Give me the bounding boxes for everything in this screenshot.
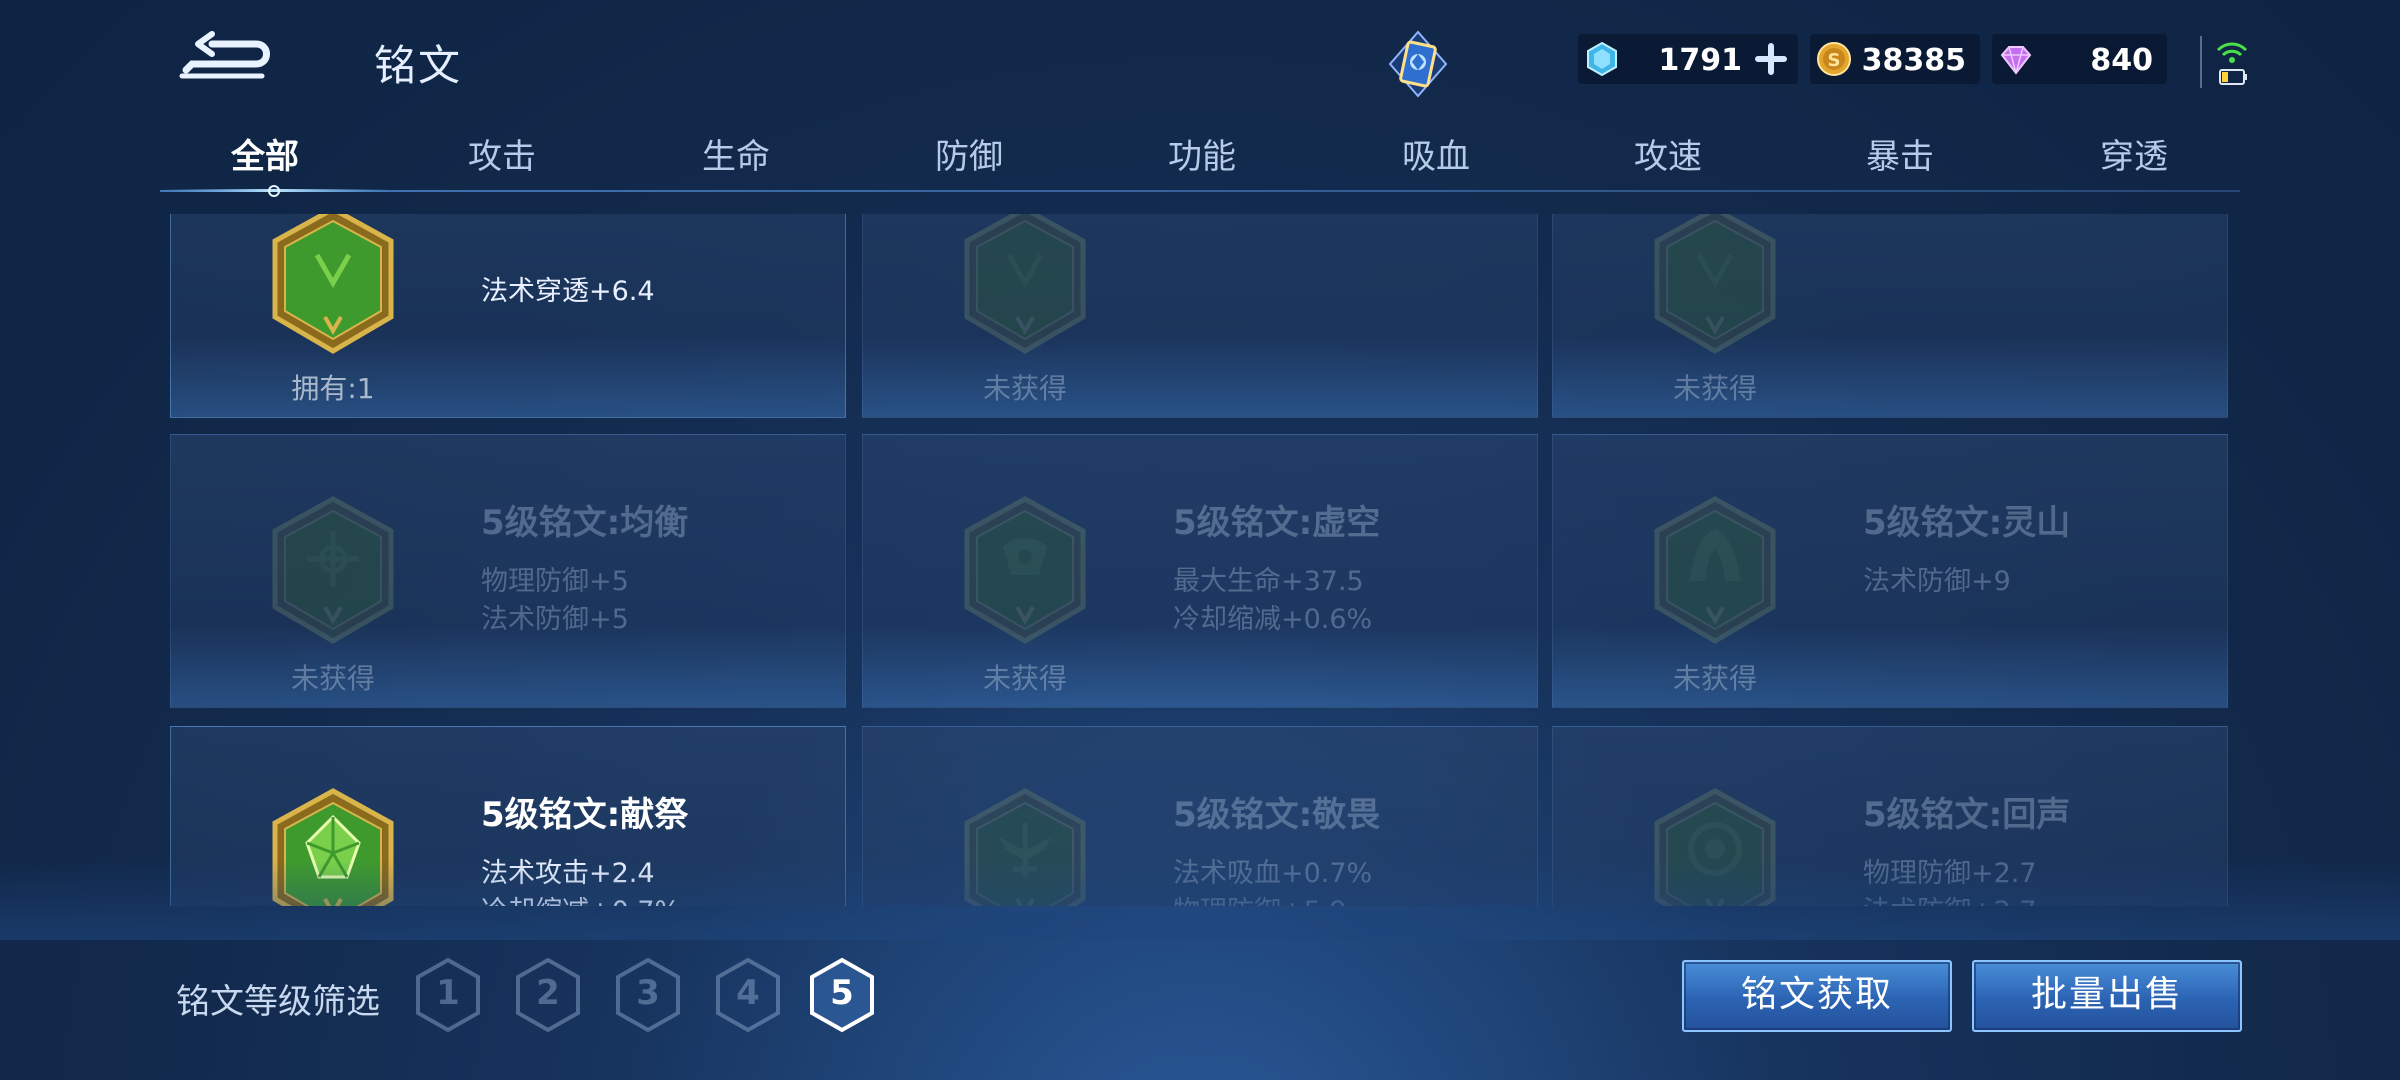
rune-ownership-status: 未获得 <box>1672 372 1757 405</box>
rune-stat: 法术穿透+6.4 <box>481 276 655 307</box>
gem-icon <box>1587 41 1617 77</box>
rune-ownership-status: 未获得 <box>982 372 1067 405</box>
level-filter-5[interactable]: 5 <box>806 956 878 1034</box>
level-filter-3[interactable]: 3 <box>612 956 684 1034</box>
rune-void-icon <box>959 495 1091 645</box>
level-filter-number: 1 <box>436 973 460 1013</box>
page-title: 铭文 <box>374 41 463 90</box>
top-bar: 铭文 1791 S 38385 840 <box>0 0 2400 125</box>
rune-mountain-icon <box>1649 495 1781 645</box>
rune-ownership-status: 未获得 <box>290 662 375 695</box>
rune-stat: 物理防御+2.7 <box>1863 858 2037 889</box>
diamond-amount: 840 <box>2090 43 2153 78</box>
rune-name: 5级铭文:虚空 <box>1173 503 1381 543</box>
rune-ownership-status: 拥有:1 <box>291 372 375 405</box>
diamond-icon <box>2000 46 2032 75</box>
svg-text:S: S <box>1828 50 1841 71</box>
bulk-sell-button[interactable]: 批量出售 <box>1972 960 2242 1032</box>
tab-attack-speed[interactable]: 攻速 <box>1558 128 1778 192</box>
active-tab-indicator <box>160 185 390 197</box>
tab-defense[interactable]: 防御 <box>859 128 1079 192</box>
tab-critical[interactable]: 暴击 <box>1790 128 2010 192</box>
add-gem-button[interactable] <box>1752 40 1790 78</box>
rune-icon <box>267 214 399 355</box>
rune-awe-icon <box>959 787 1091 906</box>
rune-stat: 冷却缩减+0.6% <box>1173 604 1373 635</box>
wifi-battery-icon <box>2200 36 2248 88</box>
rune-stat: 法术防御+9 <box>1863 566 2011 597</box>
rune-ownership-status: 未获得 <box>1672 662 1757 695</box>
tab-penetration[interactable]: 穿透 <box>2024 128 2244 192</box>
rune-ownership-status: 未获得 <box>982 662 1067 695</box>
rune-icon <box>959 214 1091 355</box>
level-filter-2[interactable]: 2 <box>512 956 584 1034</box>
level-filter-number: 2 <box>536 973 560 1013</box>
rune-stat: 法术防御+2.7 <box>1863 889 2037 906</box>
gold-currency: S 38385 <box>1810 34 1980 84</box>
level-filter-label: 铭文等级筛选 <box>176 982 380 1022</box>
rune-stat: 物理防御+5 <box>481 566 629 597</box>
rune-grid-viewport[interactable]: 法术穿透+6.4 拥有:1 未获得 未获得 5级铭文:均衡 物理防御+5 法术防御+5 未获得… <box>170 214 2230 906</box>
gold-coin-icon: S <box>1817 42 1851 76</box>
rune-card[interactable]: 未获得 <box>1552 214 2228 418</box>
rune-card[interactable]: 5级铭文:灵山法术防御+9 未获得 <box>1552 434 2228 708</box>
rune-card[interactable]: 5级铭文:虚空最大生命+37.5 冷却缩减+0.6% 未获得 <box>862 434 1538 708</box>
rune-card[interactable]: 法术穿透+6.4 拥有:1 <box>170 214 846 418</box>
level-filter-4[interactable]: 4 <box>712 956 784 1034</box>
rune-card[interactable]: 5级铭文:敬畏法术吸血+0.7%物理防御+5.9未获得 <box>862 726 1538 906</box>
rune-stat: 法术吸血+0.7% <box>1173 858 1373 889</box>
rune-stat: 法术攻击+2.4 <box>481 858 655 889</box>
rune-icon <box>1649 214 1781 355</box>
rune-card[interactable]: 未获得 <box>862 214 1538 418</box>
tab-health[interactable]: 生命 <box>626 128 846 192</box>
rune-stat: 最大生命+37.5 <box>1173 566 1364 597</box>
diamond-currency: 840 <box>1992 34 2167 84</box>
rune-card[interactable]: 5级铭文:献祭法术攻击+2.4冷却缩减+0.7%拥有:4 <box>170 726 846 906</box>
tab-attack[interactable]: 攻击 <box>392 128 612 192</box>
tab-divider <box>160 190 2240 192</box>
obtain-rune-button[interactable]: 铭文获取 <box>1682 960 1952 1032</box>
tab-utility[interactable]: 功能 <box>1092 128 1312 192</box>
rune-card[interactable]: 5级铭文:均衡物理防御+5 法术防御+5 未获得 <box>170 434 846 708</box>
category-tabs: 全部 攻击 生命 防御 功能 吸血 攻速 暴击 穿透 <box>160 128 2240 192</box>
gem-currency: 1791 <box>1578 34 1798 84</box>
rune-stat: 冷却缩减+0.7% <box>481 889 680 906</box>
gem-amount: 1791 <box>1658 43 1743 78</box>
rune-balance-icon <box>267 495 399 645</box>
rune-name: 5级铭文:均衡 <box>481 503 689 543</box>
gold-amount: 38385 <box>1861 43 1966 78</box>
rune-stat: 物理防御+5.9 <box>1173 889 1347 906</box>
rune-name: 5级铭文:灵山 <box>1863 503 2071 543</box>
level-filter-1[interactable]: 1 <box>412 956 484 1034</box>
level-filter-number: 5 <box>830 973 854 1013</box>
rune-card[interactable]: 5级铭文:回声物理防御+2.7法术防御+2.7冷却缩减+0.6%未获得 <box>1552 726 2228 906</box>
rune-book-icon[interactable] <box>1378 24 1458 104</box>
rune-echo-icon <box>1649 787 1781 906</box>
level-filter-number: 4 <box>736 973 760 1013</box>
rune-stat: 法术防御+5 <box>481 604 629 635</box>
back-arrow-icon[interactable] <box>178 26 282 86</box>
tab-lifesteal[interactable]: 吸血 <box>1326 128 1546 192</box>
rune-name: 5级铭文:献祭 <box>481 795 689 835</box>
rune-sacrifice-icon <box>267 787 399 906</box>
rune-name: 5级铭文:回声 <box>1863 795 2071 835</box>
rune-name: 5级铭文:敬畏 <box>1173 795 1381 835</box>
level-filter-number: 3 <box>636 973 660 1013</box>
